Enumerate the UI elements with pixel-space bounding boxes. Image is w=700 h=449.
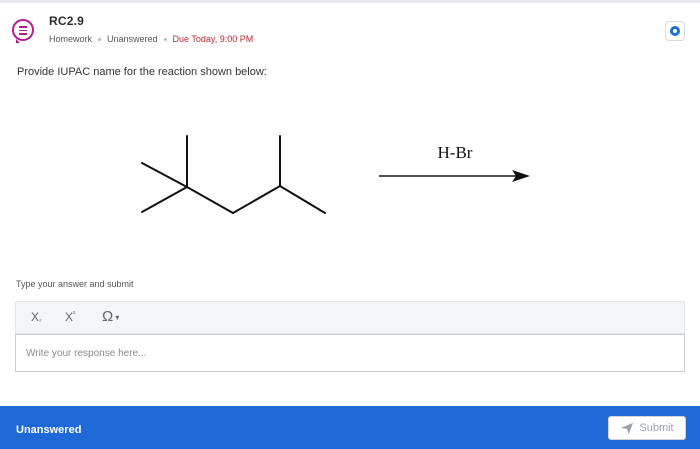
answer-status: Unanswered: [16, 424, 82, 436]
send-icon: [621, 422, 634, 435]
subscript-button[interactable]: X₂: [31, 310, 42, 324]
molecule-skeletal-structure: [141, 135, 326, 214]
editor-toolbar: X₂ X² Ω ▾: [15, 301, 685, 334]
special-characters-button[interactable]: Ω ▾: [102, 308, 119, 325]
submit-button[interactable]: Submit: [608, 416, 686, 440]
response-input[interactable]: [15, 334, 685, 372]
chevron-down-icon: ▾: [115, 312, 120, 322]
superscript-button[interactable]: X²: [65, 310, 75, 324]
answer-label: Type your answer and submit: [16, 279, 134, 289]
reaction-arrow: [379, 170, 530, 182]
reaction-figure: H-Br: [141, 135, 530, 214]
reagent-label: H-Br: [438, 143, 473, 162]
footer-bar: Unanswered Submit: [0, 406, 700, 449]
submit-label: Submit: [639, 422, 674, 434]
